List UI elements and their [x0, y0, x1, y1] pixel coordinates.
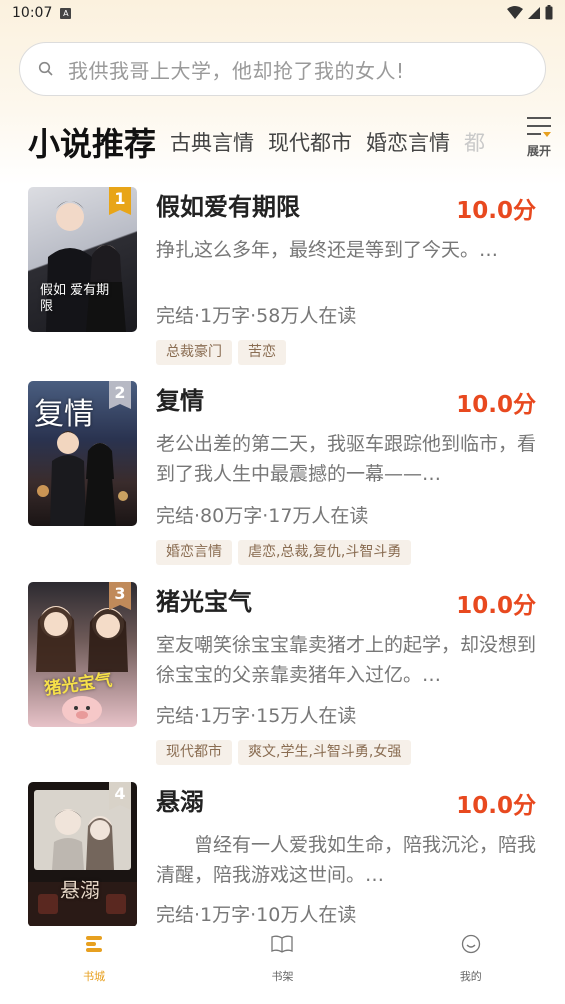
- book-cover[interactable]: 3 猪光宝气: [28, 582, 137, 727]
- book-cover[interactable]: 4 悬溺: [28, 782, 137, 927]
- expand-label: 展开: [526, 144, 551, 158]
- status-time: 10:07: [12, 5, 53, 21]
- category-tabs: 小说推荐 古典言情 现代都市 婚恋言情 都: [28, 112, 498, 172]
- tab-classical-romance[interactable]: 古典言情: [170, 127, 254, 157]
- cover-title: 假如 爱有期限: [40, 283, 110, 314]
- menu-expand-icon: [527, 117, 551, 137]
- book-title[interactable]: 复情: [156, 381, 204, 416]
- book-item[interactable]: 3 猪光宝气 猪光宝气 10.0分 室友嘲笑徐宝宝靠卖猪才上的起学，却没想到徐宝…: [28, 582, 548, 772]
- book-tag[interactable]: 爽文,学生,斗智斗勇,女强: [238, 740, 412, 765]
- status-icons: [507, 5, 553, 20]
- battery-icon: [545, 5, 553, 20]
- bookstore-icon: [86, 936, 103, 952]
- nav-profile[interactable]: 我的: [377, 926, 565, 1004]
- bottom-nav: 书城 书架 我的: [0, 926, 565, 1004]
- bookshelf-icon: [271, 935, 294, 953]
- book-meta: 完结·1万字·10万人在读: [156, 904, 357, 926]
- book-meta: 完结·1万字·58万人在读: [156, 305, 357, 327]
- nav-label: 书城: [83, 970, 106, 983]
- book-description: 室友嘲笑徐宝宝靠卖猪才上的起学，却没想到徐宝宝的父亲靠卖猪年入过亿。…: [156, 634, 537, 686]
- tab-label: 小说推荐: [28, 125, 157, 163]
- book-tag[interactable]: 婚恋言情: [156, 540, 232, 565]
- book-tag[interactable]: 现代都市: [156, 740, 232, 765]
- book-cover[interactable]: 1 假如 爱有期限: [28, 187, 137, 332]
- book-score: 10.0分: [456, 793, 536, 819]
- search-placeholder: 我供我哥上大学，他却抢了我的女人!: [68, 58, 405, 83]
- book-title[interactable]: 猪光宝气: [156, 582, 252, 617]
- tab-marriage-romance[interactable]: 婚恋言情: [366, 127, 450, 157]
- signal-icon: [528, 6, 540, 19]
- cover-title: 复情: [34, 397, 94, 432]
- status-bar: 10:07 A: [0, 0, 565, 26]
- nav-label: 书架: [271, 970, 294, 983]
- tab-novel-recommend[interactable]: 小说推荐: [28, 119, 156, 165]
- book-tag[interactable]: 总裁豪门: [156, 340, 232, 365]
- book-tag[interactable]: 苦恋: [238, 340, 286, 365]
- book-score: 10.0分: [456, 593, 536, 619]
- expand-button[interactable]: 展开: [522, 116, 556, 166]
- book-score: 10.0分: [456, 198, 536, 224]
- book-description: 曾经有一人爱我如生命，陪我沉沦，陪我清醒，陪我游戏这世间。…: [156, 834, 537, 886]
- nav-bookshelf[interactable]: 书架: [188, 926, 376, 1004]
- book-tags: 总裁豪门 苦恋: [156, 340, 286, 365]
- nav-label: 我的: [459, 970, 482, 983]
- book-score: 10.0分: [456, 392, 536, 418]
- book-tag[interactable]: 虐恋,总裁,复仇,斗智斗勇: [238, 540, 412, 565]
- tab-urban[interactable]: 都: [464, 127, 485, 157]
- book-meta: 完结·1万字·15万人在读: [156, 705, 357, 727]
- book-title[interactable]: 悬溺: [156, 782, 204, 817]
- book-meta: 完结·80万字·17万人在读: [156, 505, 369, 527]
- search-input[interactable]: 我供我哥上大学，他却抢了我的女人!: [19, 42, 546, 96]
- search-icon: [38, 61, 54, 77]
- profile-icon: [461, 934, 480, 954]
- book-description: 老公出差的第二天，我驱车跟踪他到临市，看到了我人生中最震撼的一幕——…: [156, 433, 537, 485]
- book-tags: 现代都市 爽文,学生,斗智斗勇,女强: [156, 740, 412, 765]
- book-tags: 婚恋言情 虐恋,总裁,复仇,斗智斗勇: [156, 540, 412, 565]
- a-icon: A: [60, 7, 72, 19]
- book-title[interactable]: 假如爱有期限: [156, 187, 300, 222]
- book-cover[interactable]: 2 复情: [28, 381, 137, 526]
- book-item[interactable]: 1 假如 爱有期限 假如爱有期限 10.0分 挣扎这么多年，最终还是等到了今天。…: [28, 187, 548, 377]
- wifi-icon: [507, 5, 523, 19]
- tab-modern-urban[interactable]: 现代都市: [268, 127, 352, 157]
- cover-title: 悬溺: [60, 878, 100, 902]
- book-item[interactable]: 2 复情 复情 10.0分 老公出差的第二天，我驱车跟踪他到临市，看到了我人生中…: [28, 381, 548, 571]
- book-description: 挣扎这么多年，最终还是等到了今天。…: [156, 239, 499, 261]
- nav-bookstore[interactable]: 书城: [0, 926, 188, 1004]
